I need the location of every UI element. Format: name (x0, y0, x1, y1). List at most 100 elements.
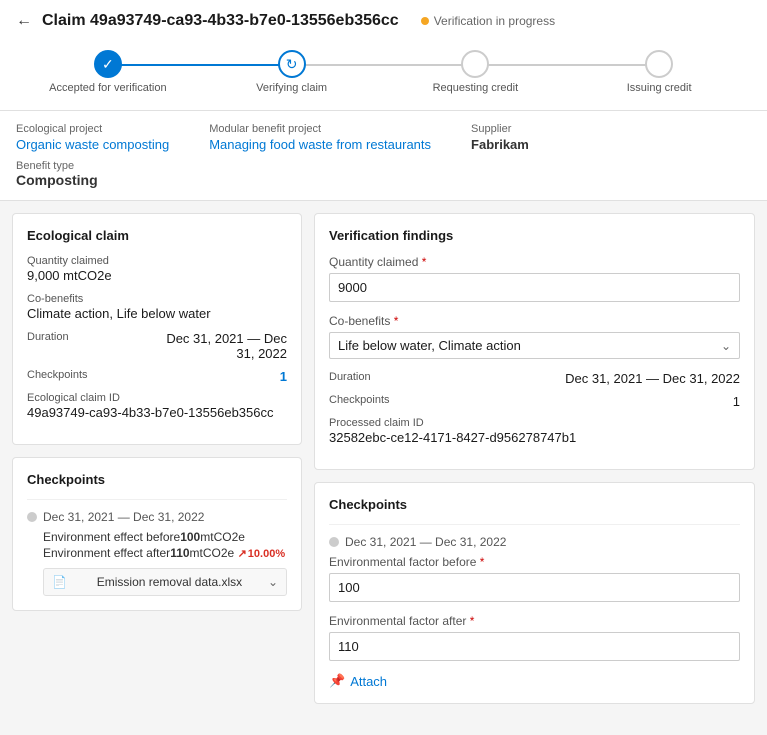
attach-button[interactable]: 📌 Attach (329, 673, 387, 689)
checkpoint-date: Dec 31, 2021 — Dec 31, 2022 (43, 510, 204, 524)
right-panel: Verification findings Quantity claimed *… (314, 213, 755, 704)
modular-benefit-value[interactable]: Managing food waste from restaurants (209, 137, 431, 152)
header-top: ← Claim 49a93749-ca93-4b33-b7e0-13556eb3… (16, 12, 751, 30)
step-label-requesting: Requesting credit (433, 82, 519, 94)
steps-container: ✓ Accepted for verification ↻ Verifying … (16, 42, 751, 110)
step-label-verifying: Verifying claim (256, 82, 327, 94)
ecological-project-value[interactable]: Organic waste composting (16, 137, 169, 152)
step-label-accepted: Accepted for verification (49, 82, 166, 94)
vf-cobenefits-select[interactable]: Life below water, Climate action ⌄ (329, 332, 740, 359)
cr-env-before-input[interactable] (329, 573, 740, 602)
checkpoint-right-dot-icon (329, 537, 339, 547)
supplier-label: Supplier (471, 123, 529, 135)
checkpoints-right-title: Checkpoints (329, 497, 740, 512)
project-info: Ecological project Organic waste compost… (0, 111, 767, 201)
supplier-field: Supplier Fabrikam (471, 123, 529, 152)
vf-processed-id-field: Processed claim ID 32582ebc-ce12-4171-84… (329, 417, 740, 445)
vf-checkpoints-label: Checkpoints (329, 394, 535, 408)
benefit-type-section: Benefit type Composting (16, 160, 751, 188)
chevron-down-icon: ⌄ (268, 575, 278, 589)
vf-checkpoints-field: Checkpoints 1 (329, 394, 740, 409)
cobenefits-field: Co-benefits Climate action, Life below w… (27, 293, 287, 321)
checkpoint-right-item: Dec 31, 2021 — Dec 31, 2022 Environmenta… (329, 524, 740, 689)
vf-checkpoints-value: 1 (535, 394, 741, 409)
env-before-value: 100 (180, 530, 200, 544)
cr-env-after-input[interactable] (329, 632, 740, 661)
checkpoints-left-title: Checkpoints (27, 472, 287, 487)
checkpoint-left-item: Dec 31, 2021 — Dec 31, 2022 Environment … (27, 499, 287, 596)
cr-env-before-field: Environmental factor before * (329, 555, 740, 602)
project-info-row: Ecological project Organic waste compost… (16, 123, 751, 152)
vf-processed-id-label: Processed claim ID (329, 417, 740, 429)
checkpoints-right-card: Checkpoints Dec 31, 2021 — Dec 31, 2022 … (314, 482, 755, 704)
modular-benefit-field: Modular benefit project Managing food wa… (209, 123, 431, 152)
claim-id-field: Ecological claim ID 49a93749-ca93-4b33-b… (27, 392, 287, 420)
checkpoints-value: 1 (157, 369, 287, 384)
env-after-row: Environment effect after110mtCO2e ↗ 10.0… (27, 546, 287, 560)
step-circle-verifying: ↻ (278, 50, 306, 78)
ecological-project-field: Ecological project Organic waste compost… (16, 123, 169, 152)
percent-value: 10.00% (248, 548, 285, 560)
env-before-unit: mtCO2e (200, 530, 245, 544)
vf-quantity-label: Quantity claimed * (329, 255, 740, 269)
env-before-row: Environment effect before100mtCO2e (27, 530, 287, 544)
quantity-label: Quantity claimed (27, 255, 287, 267)
verification-findings-card: Verification findings Quantity claimed *… (314, 213, 755, 470)
ecological-claim-title: Ecological claim (27, 228, 287, 243)
cobenefits-value: Climate action, Life below water (27, 306, 287, 321)
percent-badge: ↗ 10.00% (238, 547, 286, 560)
checkpoint-dot-icon (27, 512, 37, 522)
checkpoint-right-date-row: Dec 31, 2021 — Dec 31, 2022 (329, 535, 740, 549)
duration-field: Duration Dec 31, 2021 — Dec 31, 2022 (27, 331, 287, 361)
cr-env-after-field: Environmental factor after * (329, 614, 740, 661)
step-issuing: Issuing credit (567, 50, 751, 94)
main-content: Ecological claim Quantity claimed 9,000 … (0, 201, 767, 716)
cr-env-before-required: * (480, 555, 485, 569)
cr-env-before-label: Environmental factor before * (329, 555, 740, 569)
percent-arrow-icon: ↗ (238, 547, 247, 560)
quantity-value: 9,000 mtCO2e (27, 268, 287, 283)
ecological-claim-card: Ecological claim Quantity claimed 9,000 … (12, 213, 302, 445)
paperclip-icon: 📌 (329, 673, 345, 689)
env-before-label: Environment effect before (43, 530, 180, 544)
step-circle-accepted: ✓ (94, 50, 122, 78)
file-row[interactable]: 📄 Emission removal data.xlsx ⌄ (43, 568, 287, 596)
status-badge: Verification in progress (421, 14, 555, 28)
vf-quantity-field: Quantity claimed * (329, 255, 740, 302)
checkpoint-date-row: Dec 31, 2021 — Dec 31, 2022 (27, 510, 287, 524)
checkpoint-right-date: Dec 31, 2021 — Dec 31, 2022 (345, 535, 506, 549)
step-label-issuing: Issuing credit (627, 82, 692, 94)
vf-duration-label: Duration (329, 371, 535, 385)
claim-title: Claim 49a93749-ca93-4b33-b7e0-13556eb356… (42, 12, 399, 30)
claim-id-label: Ecological claim ID (27, 392, 287, 404)
step-verifying: ↻ Verifying claim (200, 50, 384, 94)
vf-quantity-input[interactable] (329, 273, 740, 302)
env-after-unit: mtCO2e (190, 546, 235, 560)
vf-duration-value: Dec 31, 2021 — Dec 31, 2022 (535, 371, 741, 386)
step-requesting: Requesting credit (384, 50, 568, 94)
supplier-value: Fabrikam (471, 137, 529, 152)
vf-processed-id-value: 32582ebc-ce12-4171-8427-d956278747b1 (329, 430, 740, 445)
left-panel: Ecological claim Quantity claimed 9,000 … (12, 213, 302, 704)
duration-label: Duration (27, 331, 157, 360)
cr-env-after-label: Environmental factor after * (329, 614, 740, 628)
vf-cobenefits-label: Co-benefits * (329, 314, 740, 328)
vf-quantity-required: * (422, 255, 427, 269)
back-icon[interactable]: ← (16, 12, 32, 30)
vf-cobenefits-field: Co-benefits * Life below water, Climate … (329, 314, 740, 359)
modular-benefit-label: Modular benefit project (209, 123, 431, 135)
file-document-icon: 📄 (52, 575, 67, 589)
verification-findings-title: Verification findings (329, 228, 740, 243)
benefit-type-value: Composting (16, 172, 751, 188)
vf-duration-field: Duration Dec 31, 2021 — Dec 31, 2022 (329, 371, 740, 386)
checkpoints-field: Checkpoints 1 (27, 369, 287, 384)
vf-cobenefits-required: * (394, 314, 399, 328)
env-after-value: 110 (170, 546, 189, 560)
env-after-label: Environment effect after (43, 546, 170, 560)
chevron-down-icon: ⌄ (721, 339, 731, 353)
ecological-project-label: Ecological project (16, 123, 169, 135)
file-name: Emission removal data.xlsx (97, 575, 242, 589)
quantity-field: Quantity claimed 9,000 mtCO2e (27, 255, 287, 283)
claim-id-value: 49a93749-ca93-4b33-b7e0-13556eb356cc (27, 405, 287, 420)
benefit-type-label: Benefit type (16, 160, 751, 172)
